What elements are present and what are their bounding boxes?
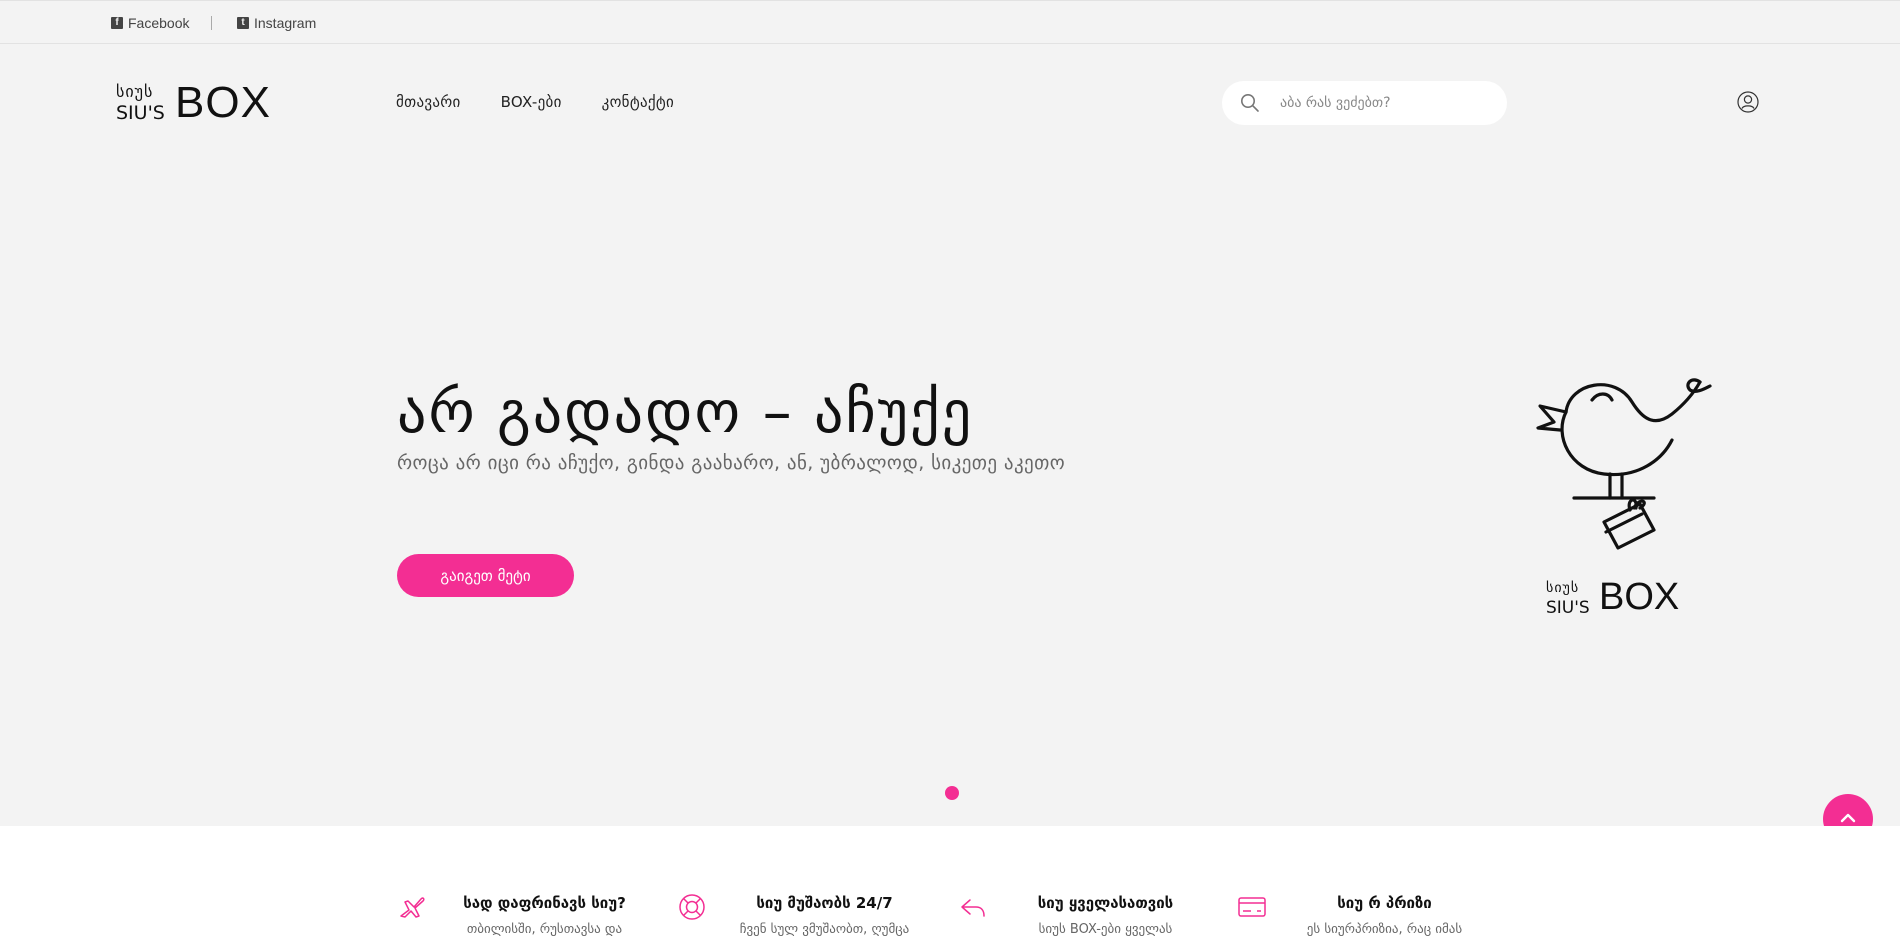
instagram-link[interactable]: t Instagram xyxy=(237,15,316,31)
features-section: სად დაფრინავს სიუ? თბილისში, რუსთავსა და… xyxy=(0,826,1900,938)
feature-text: თბილისში, რუსთავსა და xyxy=(466,922,623,937)
site-logo[interactable]: სიუს SIU'S BOX xyxy=(116,78,286,127)
logo-line-georgian: სიუს xyxy=(116,82,154,101)
main-nav: მთავარი BOX-ები კონტაქტი xyxy=(396,93,714,111)
instagram-label: Instagram xyxy=(254,15,317,31)
logo-line-latin: SIU'S xyxy=(116,102,165,124)
topbar-divider xyxy=(211,16,212,30)
lifebuoy-icon xyxy=(679,894,705,920)
credit-card-icon xyxy=(1238,897,1266,917)
bird-with-gift-icon xyxy=(1536,378,1712,550)
top-bar: f Facebook t Instagram xyxy=(0,0,1900,44)
hero-logo-illustration: სიუს SIU'S BOX xyxy=(1530,370,1720,620)
chevron-up-icon xyxy=(1840,813,1856,823)
feature-title: სიუ რ პრიზი xyxy=(1337,894,1432,912)
hero-subtitle: როცა არ იცი რა აჩუქო, გინდა გაახარო, ან,… xyxy=(397,452,1066,474)
feature-for-everyone: სიუ ყველასათვის სიუს BOX-ები ყველას xyxy=(958,892,1223,938)
nav-item-boxes[interactable]: BOX-ები xyxy=(501,93,562,111)
learn-more-button[interactable]: გაიგეთ მეტი xyxy=(397,554,574,597)
hero-title: არ გადადო – აჩუქე xyxy=(397,378,974,446)
twitter-icon: t xyxy=(237,17,249,29)
nav-item-contact[interactable]: კონტაქტი xyxy=(602,93,674,111)
hero-logo-line-latin: SIU'S xyxy=(1546,598,1590,618)
reply-icon xyxy=(961,899,985,917)
hero-logo-line-georgian: სიუს xyxy=(1546,580,1580,596)
facebook-icon: f xyxy=(111,17,123,29)
hero-logo-word: BOX xyxy=(1599,576,1680,618)
feature-title: სიუ ყველასათვის xyxy=(1037,894,1174,912)
feature-support: სიუ მუშაობს 24/7 ჩვენ სულ ვმუშაობთ, ღუმც… xyxy=(677,892,942,938)
search-bar xyxy=(1222,81,1507,125)
feature-title: სიუ მუშაობს 24/7 xyxy=(756,894,893,912)
search-icon[interactable] xyxy=(1240,93,1260,113)
facebook-link[interactable]: f Facebook xyxy=(111,15,189,31)
feature-delivery: სად დაფრინავს სიუ? თბილისში, რუსთავსა და xyxy=(397,892,662,938)
feature-surprise: სიუ რ პრიზი ეს სიურპრიზია, რაც იმას xyxy=(1237,892,1502,938)
search-input[interactable] xyxy=(1280,91,1490,115)
logo-word: BOX xyxy=(175,78,271,127)
slider-dot-active[interactable] xyxy=(945,786,959,800)
feature-text: ეს სიურპრიზია, რაც იმას xyxy=(1306,922,1463,937)
airplane-icon xyxy=(400,897,425,918)
feature-text: სიუს BOX-ები ყველას xyxy=(1038,922,1173,937)
facebook-label: Facebook xyxy=(128,15,190,31)
feature-text: ჩვენ სულ ვმუშაობთ, ღუმცა xyxy=(739,922,910,937)
nav-item-home[interactable]: მთავარი xyxy=(396,93,461,111)
user-account-icon[interactable] xyxy=(1737,91,1759,113)
feature-title: სად დაფრინავს სიუ? xyxy=(463,894,626,912)
